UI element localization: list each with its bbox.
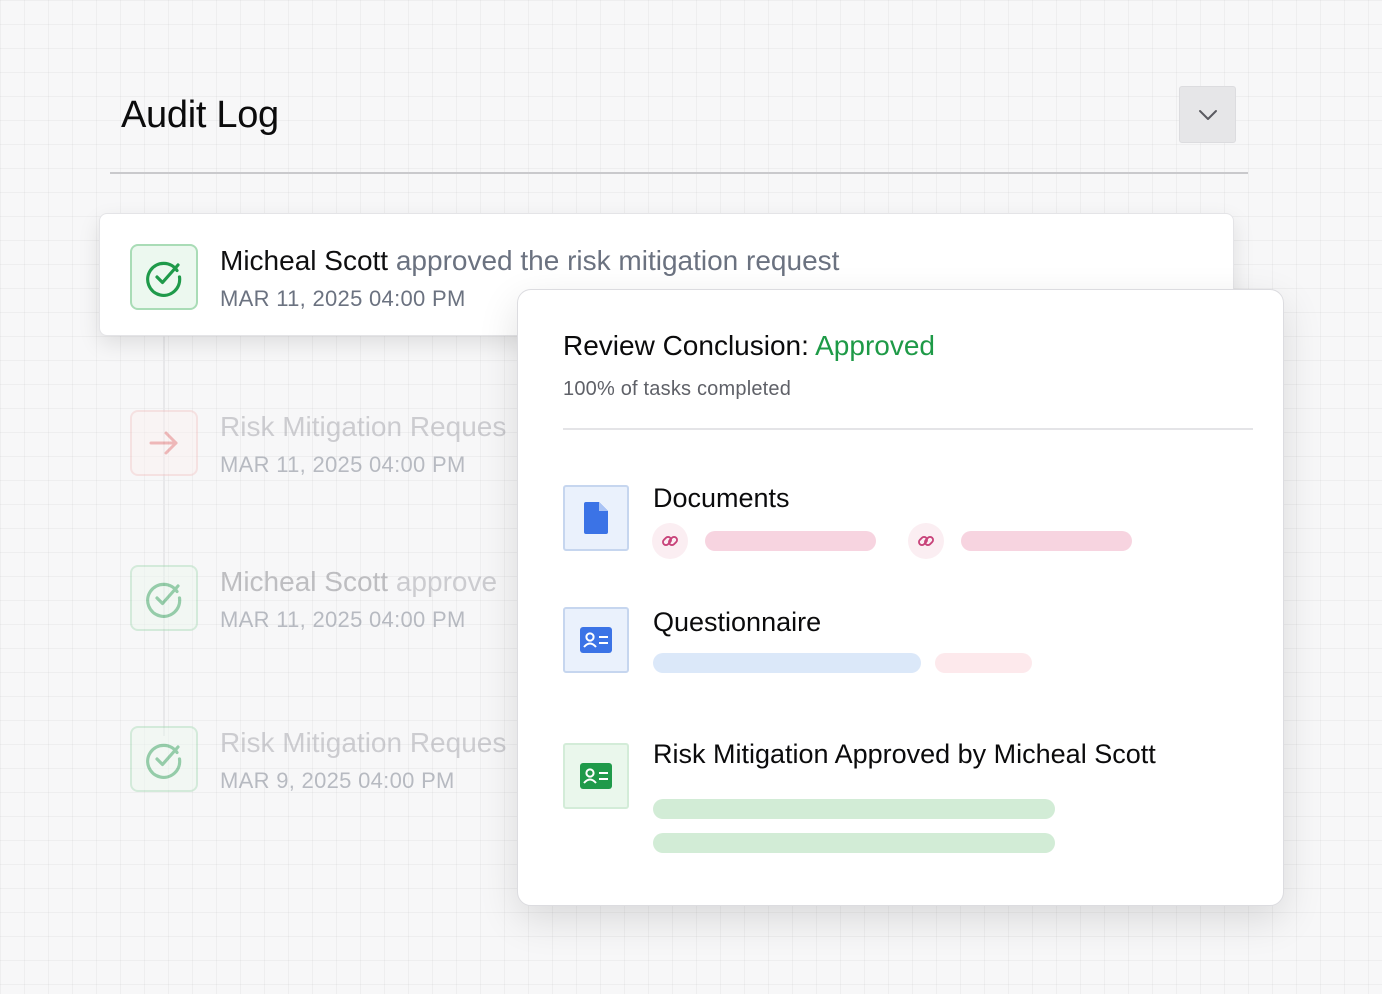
log-entry-action: Risk Mitigation Reques [220,727,507,758]
document-placeholder-bar [705,531,876,551]
log-entry-action: Risk Mitigation Reques [220,411,507,442]
log-entry-action: approve [388,566,498,597]
log-entry-actor: Micheal Scott [220,245,389,276]
questionnaire-label: Questionnaire [653,607,822,637]
review-conclusion-popover: Review Conclusion: Approved 100% of task… [517,289,1284,906]
log-entry-date: MAR 11, 2025 04:00 PM [220,452,466,477]
questionnaire-placeholder-bar [935,653,1032,673]
timeline-line [163,336,165,736]
documents-label: Documents [653,483,790,513]
log-entry-date: MAR 9, 2025 04:00 PM [220,768,455,793]
risk-mitigation-label: Risk Mitigation Approved by Micheal Scot… [653,739,1156,769]
questionnaire-section-icon[interactable] [563,607,629,673]
header-divider [110,172,1248,174]
contact-card-icon [580,627,612,653]
log-entry-date: MAR 11, 2025 04:00 PM [220,607,466,632]
risk-mitigation-section-icon[interactable] [563,743,629,809]
documents-section-icon[interactable] [563,485,629,551]
document-placeholder-bar [961,531,1132,551]
log-entry-text: Micheal Scott approve [220,565,497,599]
chevron-down-icon [1198,109,1217,120]
log-entry-text: Micheal Scott approved the risk mitigati… [220,244,839,278]
log-entry-text: Risk Mitigation Reques [220,726,506,760]
review-title: Review Conclusion: Approved [563,330,935,362]
questionnaire-placeholder-bar [653,653,921,673]
review-status: Approved [815,330,935,361]
log-entry-action: approved the risk mitigation request [388,245,840,276]
review-divider [563,428,1253,430]
review-title-prefix: Review Conclusion: [563,330,816,361]
arrow-right-icon [130,410,198,476]
check-circle-icon [130,244,198,310]
link-icon[interactable] [652,523,688,559]
risk-mitigation-placeholder-bar [653,833,1055,853]
link-icon[interactable] [908,523,944,559]
risk-mitigation-placeholder-bar [653,799,1055,819]
check-circle-icon [130,565,198,631]
page-title: Audit Log [121,94,279,136]
log-entry-actor: Micheal Scott [220,566,389,597]
collapse-button[interactable] [1179,86,1236,143]
document-icon [584,502,608,534]
log-entry-text: Risk Mitigation Reques [220,410,506,444]
review-progress-text: 100% of tasks completed [563,378,792,400]
contact-card-icon [580,763,612,789]
check-circle-icon [130,726,198,792]
